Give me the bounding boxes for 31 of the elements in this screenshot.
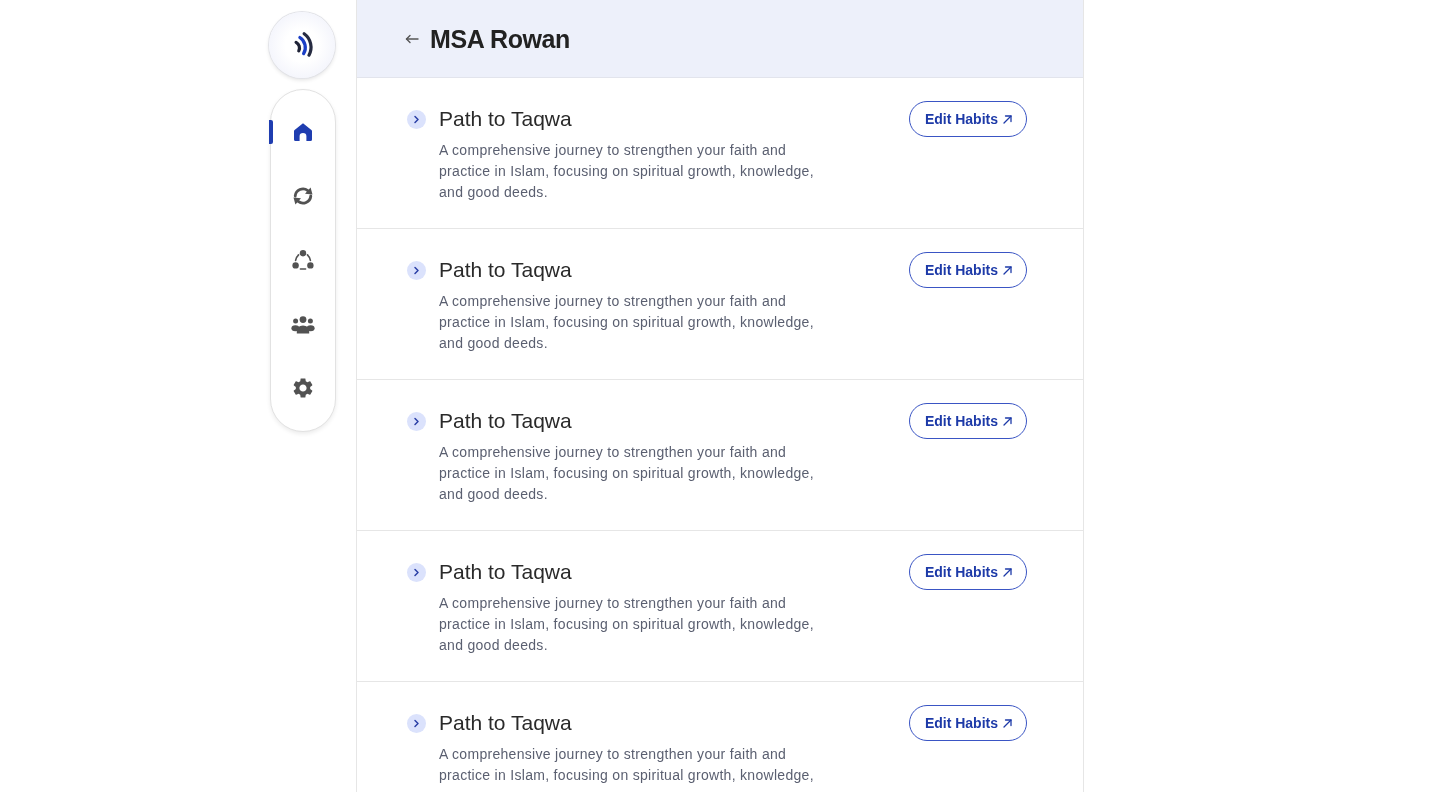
chevron-right-icon[interactable] bbox=[407, 412, 426, 431]
chevron-right-icon[interactable] bbox=[407, 110, 426, 129]
arrow-up-right-icon bbox=[1003, 416, 1012, 426]
arrow-left-icon bbox=[405, 33, 419, 44]
arrow-up-right-icon bbox=[1003, 265, 1012, 275]
path-description: A comprehensive journey to strengthen your faith and practice in Islam, focusing on spiritual growth, knowledge, and good deeds. bbox=[439, 141, 815, 202]
logo-badge[interactable] bbox=[269, 12, 335, 78]
edit-habits-button[interactable]: Edit Habits bbox=[908, 252, 1027, 288]
arrow-up-right-icon bbox=[1003, 114, 1012, 124]
back-button[interactable] bbox=[405, 33, 419, 44]
path-description: A comprehensive journey to strengthen your faith and practice in Islam, focusing on spiritual growth, knowledge, and good deeds. bbox=[439, 594, 815, 655]
path-title: Path to Taqwa bbox=[439, 559, 573, 585]
edit-habits-button[interactable]: Edit Habits bbox=[908, 705, 1027, 741]
chevron-right-icon[interactable] bbox=[407, 261, 426, 280]
arrow-up-right-icon bbox=[1003, 718, 1012, 728]
path-title: Path to Taqwa bbox=[439, 106, 573, 132]
chevron-right-icon[interactable] bbox=[407, 563, 426, 582]
page-title: MSA Rowan bbox=[430, 23, 570, 55]
path-title: Path to Taqwa bbox=[439, 257, 573, 283]
path-title: Path to Taqwa bbox=[439, 710, 573, 736]
path-description: A comprehensive journey to strengthen your faith and practice in Islam, focusing on spiritual growth, knowledge, bbox=[439, 745, 815, 785]
arrow-up-right-icon bbox=[1003, 567, 1012, 577]
connected-nodes-icon bbox=[291, 248, 315, 272]
settings-icon bbox=[291, 376, 315, 400]
chevron-right-icon[interactable] bbox=[407, 714, 426, 733]
edit-habits-button[interactable]: Edit Habits bbox=[908, 403, 1027, 439]
path-description: A comprehensive journey to strengthen your faith and practice in Islam, focusing on spiritual growth, knowledge, and good deeds. bbox=[439, 292, 815, 353]
edit-habits-button[interactable]: Edit Habits bbox=[908, 554, 1027, 590]
edit-habits-button[interactable]: Edit Habits bbox=[908, 101, 1027, 137]
path-description: A comprehensive journey to strengthen your faith and practice in Islam, focusing on spiritual growth, knowledge, and good deeds. bbox=[439, 443, 815, 504]
path-title: Path to Taqwa bbox=[439, 408, 573, 434]
